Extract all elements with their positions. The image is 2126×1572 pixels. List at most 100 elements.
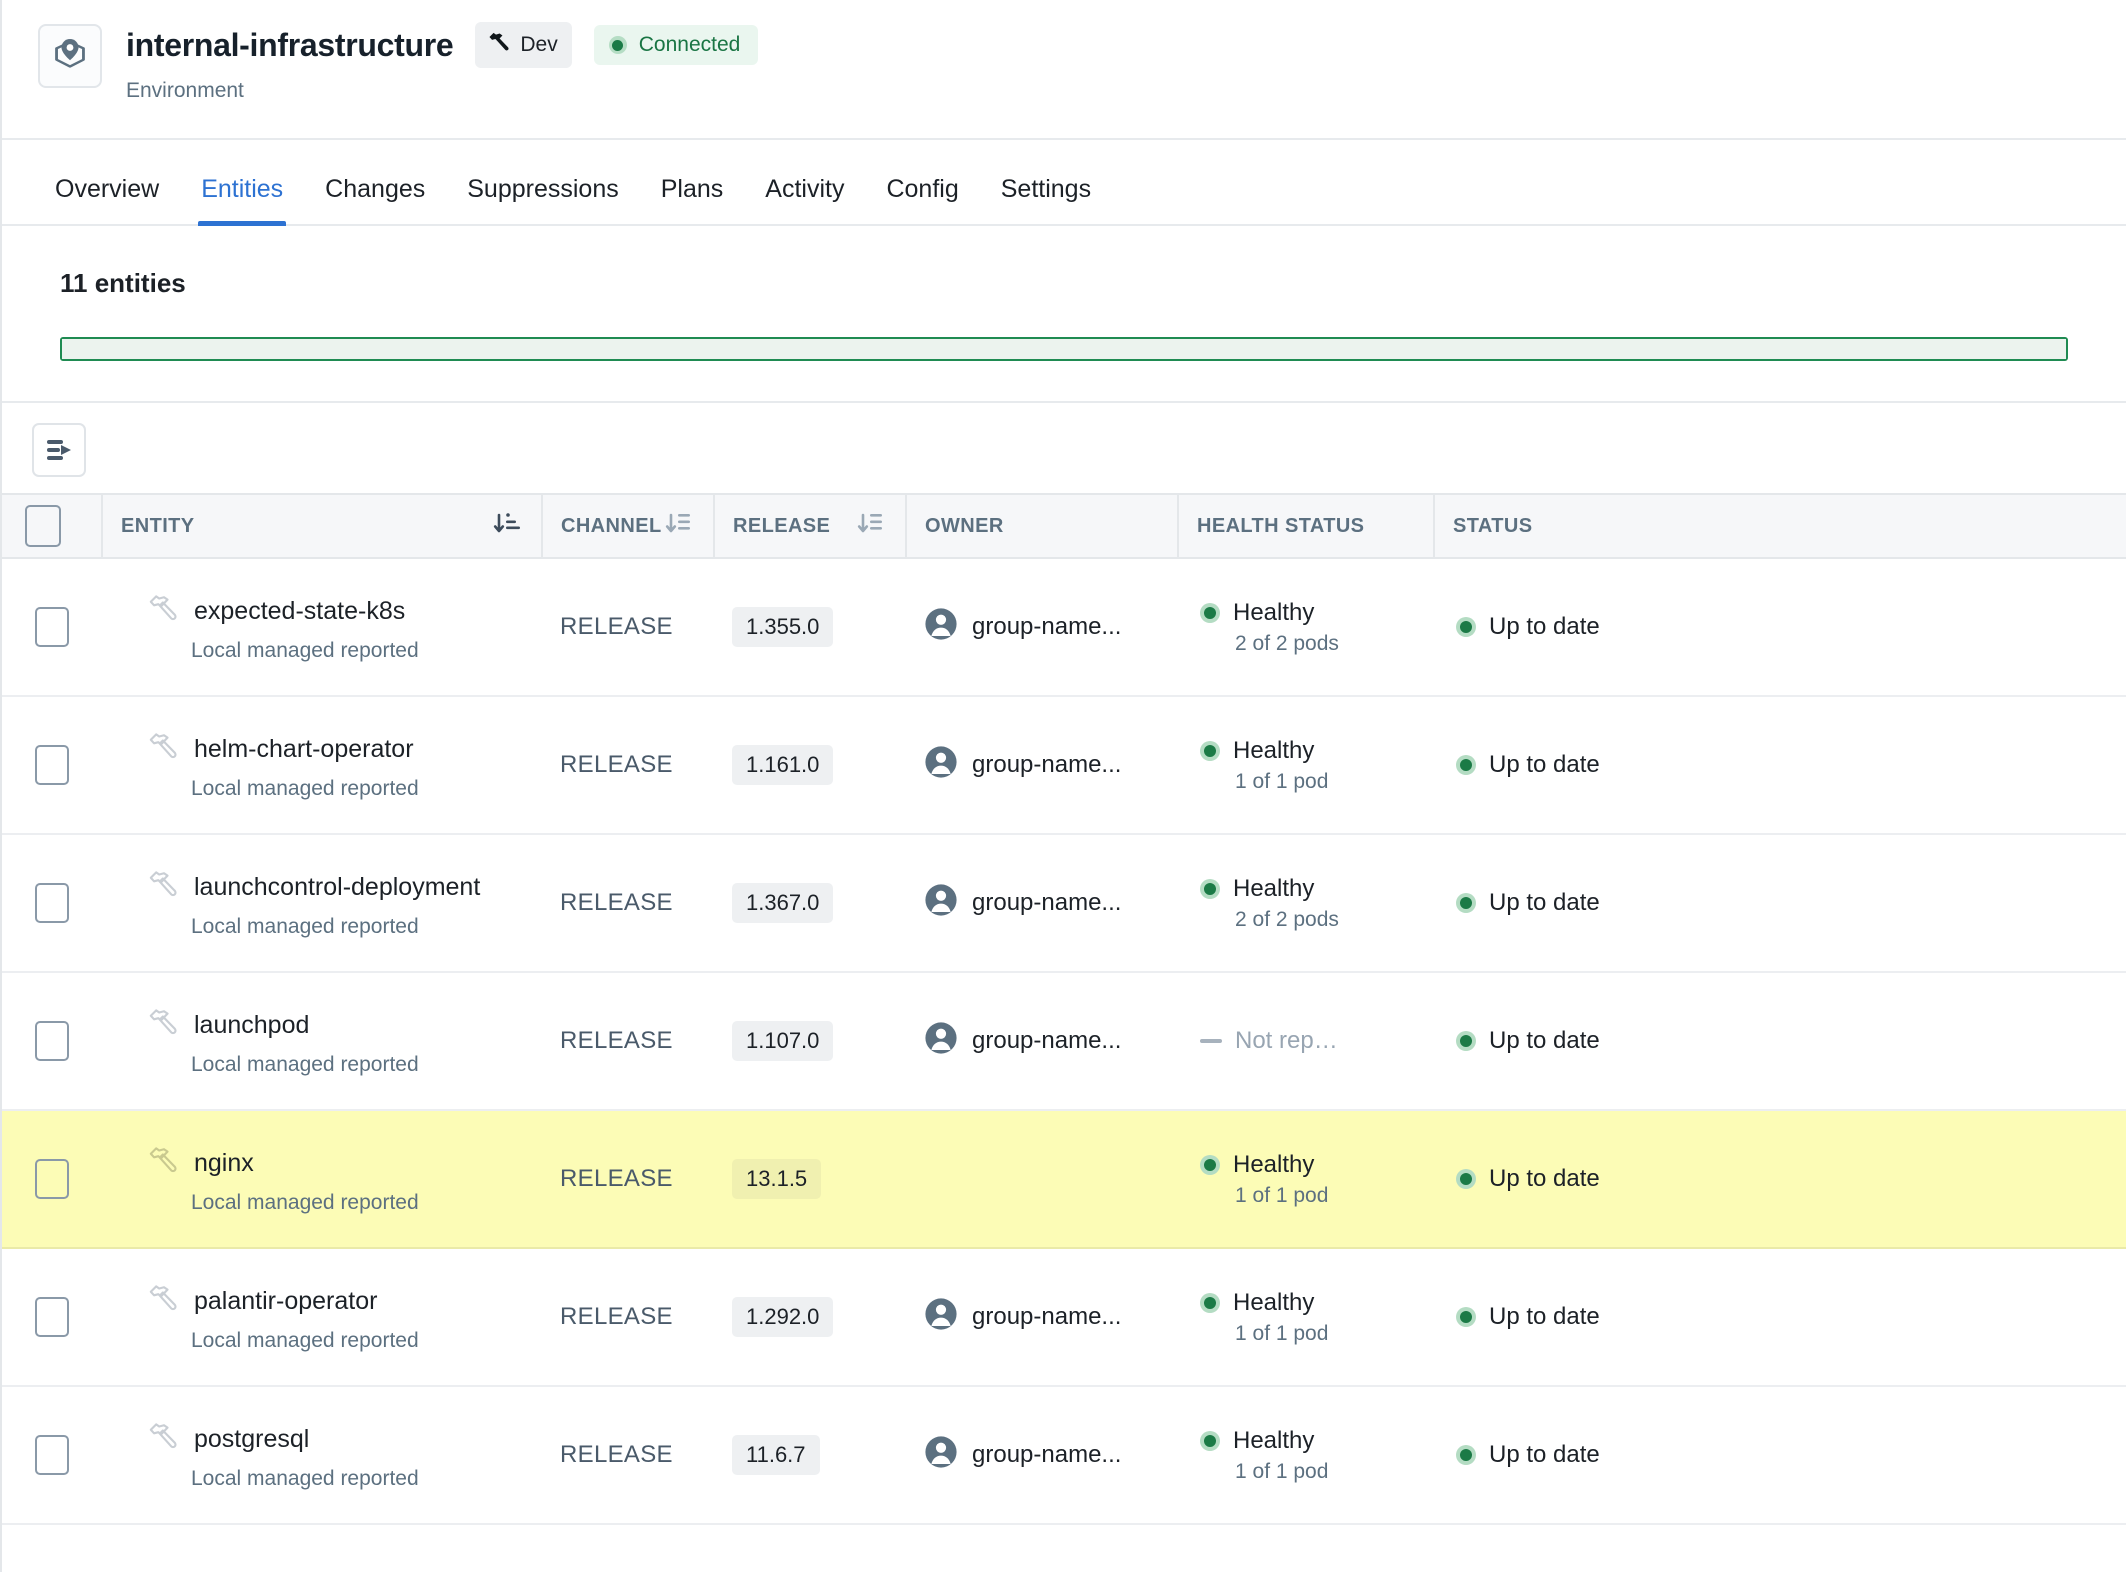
sort-descending-icon[interactable]	[493, 509, 523, 543]
health-status-label: Healthy	[1233, 1426, 1315, 1454]
row-checkbox[interactable]	[35, 745, 69, 785]
release-cell: 1.367.0	[714, 834, 906, 973]
channel-cell: RELEASE	[542, 972, 714, 1111]
health-status-detail: 2 of 2 pods	[1235, 631, 1339, 655]
person-avatar-icon	[924, 883, 958, 924]
channel-value: RELEASE	[560, 613, 673, 640]
table-row[interactable]: launchcontrol-deployment Local managed re…	[2, 834, 2126, 973]
channel-value: RELEASE	[560, 1303, 673, 1330]
entity-cell: launchcontrol-deployment Local managed re…	[102, 834, 542, 973]
tab-settings[interactable]: Settings	[980, 175, 1112, 224]
table-row[interactable]: postgresql Local managed reported RELEASE 1…	[2, 1386, 2126, 1525]
entities-progress-bar	[60, 337, 2068, 361]
health-status-cell: Healthy 1 of 1 pod	[1178, 1248, 1434, 1387]
column-header-release[interactable]: RELEASE	[714, 493, 907, 559]
hammer-icon	[146, 867, 180, 908]
tab-suppressions[interactable]: Suppressions	[446, 175, 639, 224]
entity-name: nginx	[194, 1149, 254, 1177]
entity-name: helm-chart-operator	[194, 735, 414, 763]
entity-cell: launchpod Local managed reported	[102, 972, 542, 1111]
owner-cell: group-name...	[906, 1386, 1178, 1525]
environment-pin-icon	[38, 24, 102, 88]
release-cell: 13.1.5	[714, 1110, 906, 1249]
release-version-chip: 13.1.5	[732, 1159, 822, 1199]
column-header-entity[interactable]: ENTITY	[102, 493, 543, 559]
owner-name: group-name...	[972, 889, 1122, 916]
status-dot-icon	[1456, 1169, 1476, 1189]
channel-value: RELEASE	[560, 889, 673, 916]
table-row[interactable]: expected-state-k8s Local managed reported…	[2, 558, 2126, 697]
person-avatar-icon	[924, 1021, 958, 1062]
table-row[interactable]: launchpod Local managed reported RELEASE 1.…	[2, 972, 2126, 1111]
row-select-cell	[2, 1386, 102, 1525]
channel-value: RELEASE	[560, 1027, 673, 1054]
channel-cell: RELEASE	[542, 558, 714, 697]
row-select-cell	[2, 558, 102, 697]
channel-cell: RELEASE	[542, 1248, 714, 1387]
release-version-chip: 1.292.0	[732, 1297, 834, 1337]
row-checkbox[interactable]	[35, 1159, 69, 1199]
column-header-health-status[interactable]: HEALTH STATUS	[1178, 493, 1435, 559]
person-avatar-icon	[924, 745, 958, 786]
health-status-detail: 1 of 1 pod	[1235, 769, 1329, 793]
row-checkbox[interactable]	[35, 883, 69, 923]
entity-name: postgresql	[194, 1425, 310, 1453]
sort-icon[interactable]	[665, 509, 695, 543]
row-checkbox[interactable]	[35, 1435, 69, 1475]
tab-entities[interactable]: Entities	[180, 175, 304, 226]
channel-cell: RELEASE	[542, 1110, 714, 1249]
row-checkbox[interactable]	[35, 1021, 69, 1061]
table-row[interactable]: palantir-operator Local managed reported R…	[2, 1248, 2126, 1387]
owner-name: group-name...	[972, 1441, 1122, 1468]
panel-expand-icon[interactable]	[32, 423, 86, 477]
row-checkbox[interactable]	[35, 1297, 69, 1337]
status-dot-icon	[608, 36, 627, 54]
entities-progress-fill	[62, 339, 2066, 359]
column-header-status[interactable]: STATUS	[1434, 493, 2126, 559]
entity-cell: palantir-operator Local managed reported	[102, 1248, 542, 1387]
status-dot-icon	[1200, 1154, 1220, 1175]
row-select-cell	[2, 972, 102, 1111]
title-row: internal-infrastructure Dev Connected	[126, 22, 759, 68]
row-select-cell	[2, 834, 102, 973]
entities-table-head: ENTITY CHANNEL RELEASE OWNER HEALTH STAT…	[2, 493, 2126, 559]
select-all-checkbox[interactable]	[24, 505, 61, 547]
release-version-chip: 11.6.7	[732, 1435, 820, 1475]
status-dot-icon	[1200, 1292, 1220, 1313]
table-row[interactable]: nginx Local managed reported RELEASE 13.1.5…	[2, 1110, 2126, 1249]
tab-changes[interactable]: Changes	[304, 175, 446, 224]
select-all-header	[2, 493, 103, 559]
tab-config[interactable]: Config	[865, 175, 979, 224]
owner-name: group-name...	[972, 751, 1122, 778]
health-status-label: Healthy	[1233, 598, 1315, 626]
status-cell: Up to date	[1434, 696, 2126, 835]
tab-plans[interactable]: Plans	[640, 175, 745, 224]
release-cell: 1.355.0	[714, 558, 906, 697]
status-label: Up to date	[1489, 1303, 1600, 1330]
column-header-channel[interactable]: CHANNEL	[542, 493, 715, 559]
dev-badge-label: Dev	[520, 33, 558, 56]
health-status-detail: 2 of 2 pods	[1235, 907, 1339, 931]
table-toolbar	[2, 403, 2126, 493]
row-checkbox[interactable]	[35, 607, 69, 647]
sort-icon[interactable]	[857, 509, 887, 543]
health-status-cell: Healthy 1 of 1 pod	[1178, 1386, 1434, 1525]
table-row[interactable]: helm-chart-operator Local managed reporte…	[2, 696, 2126, 835]
tab-overview[interactable]: Overview	[34, 175, 180, 224]
health-status-label: Healthy	[1233, 1288, 1315, 1316]
person-avatar-icon	[924, 1297, 958, 1338]
release-cell: 11.6.7	[714, 1386, 906, 1525]
health-status-detail: 1 of 1 pod	[1235, 1183, 1329, 1207]
release-version-chip: 1.367.0	[732, 883, 834, 923]
owner-cell: group-name...	[906, 558, 1178, 697]
status-dot-icon	[1200, 1430, 1220, 1451]
column-header-owner[interactable]: OWNER	[906, 493, 1179, 559]
channel-value: RELEASE	[560, 1165, 673, 1192]
entity-name: launchpod	[194, 1011, 310, 1039]
hammer-icon	[146, 1143, 180, 1184]
health-status-cell: Not rep…	[1178, 972, 1434, 1111]
status-label: Up to date	[1489, 1441, 1600, 1468]
release-version-chip: 1.161.0	[732, 745, 834, 785]
status-cell: Up to date	[1434, 1386, 2126, 1525]
tab-activity[interactable]: Activity	[744, 175, 865, 224]
